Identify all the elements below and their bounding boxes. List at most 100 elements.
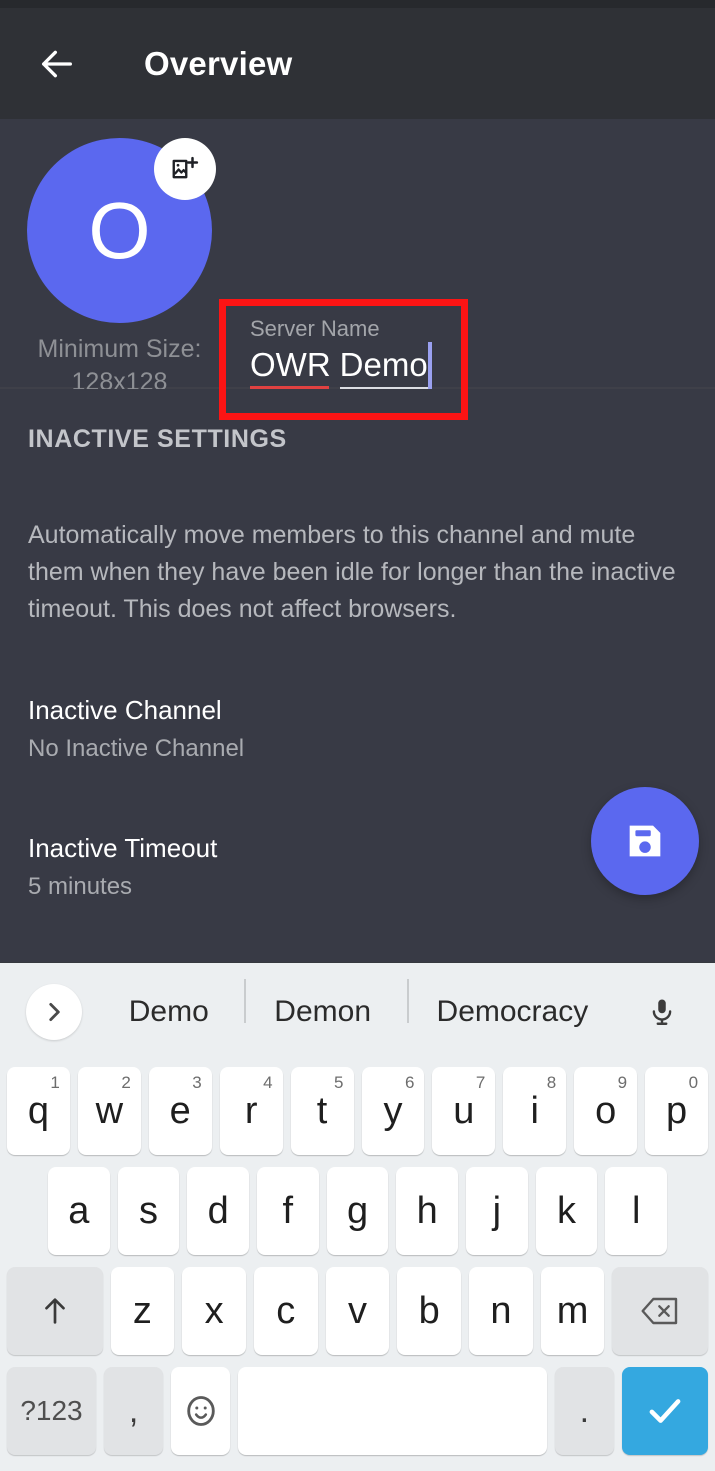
key-label: w xyxy=(95,1090,124,1132)
keyboard-row-2: a s d f g h j k l xyxy=(3,1161,712,1261)
change-avatar-button[interactable] xyxy=(154,138,216,200)
avatar-wrap: O xyxy=(27,138,216,323)
key-sup: 1 xyxy=(50,1073,60,1092)
key-sup: 0 xyxy=(688,1073,699,1092)
comma-key[interactable]: , xyxy=(103,1367,164,1455)
key-label: c xyxy=(276,1290,296,1332)
key-label: j xyxy=(492,1190,502,1232)
key-l[interactable]: l xyxy=(605,1167,668,1255)
backspace-key[interactable] xyxy=(612,1267,709,1355)
chevron-right-icon xyxy=(49,1003,60,1021)
key-sup: 4 xyxy=(263,1073,273,1092)
key-label: y xyxy=(383,1090,403,1132)
key-label: e xyxy=(169,1090,191,1132)
server-name-input[interactable]: OWR Demo xyxy=(250,342,455,390)
key-sup: 5 xyxy=(334,1073,344,1092)
key-f[interactable]: f xyxy=(257,1167,319,1255)
key-i[interactable]: 8 i xyxy=(503,1067,567,1155)
period-key[interactable]: . xyxy=(554,1367,615,1455)
key-label: k xyxy=(557,1190,577,1232)
status-bar xyxy=(0,0,715,8)
app-header: Overview xyxy=(0,8,715,119)
key-m[interactable]: m xyxy=(540,1267,605,1355)
suggestion-item[interactable]: Democracy xyxy=(406,979,597,1029)
key-h[interactable]: h xyxy=(396,1167,459,1255)
inactive-settings-section: INACTIVE SETTINGS Automatically move mem… xyxy=(0,389,715,962)
arrow-left-icon xyxy=(42,50,73,77)
setting-label: Inactive Channel xyxy=(28,695,222,725)
key-label: ?123 xyxy=(20,1395,83,1426)
key-g[interactable]: g xyxy=(326,1167,389,1255)
key-o[interactable]: 9 o xyxy=(574,1067,638,1155)
text-cursor xyxy=(427,342,432,389)
suggestion-bar: Demo Demon Democracy xyxy=(0,963,715,1061)
key-s[interactable]: s xyxy=(117,1167,180,1255)
section-description: Automatically move members to this chann… xyxy=(28,521,676,623)
key-label: p xyxy=(666,1090,688,1132)
key-u[interactable]: 7 u xyxy=(432,1067,496,1155)
back-button[interactable] xyxy=(30,37,84,91)
key-q[interactable]: 1 q xyxy=(6,1067,70,1155)
key-n[interactable]: n xyxy=(469,1267,533,1355)
key-v[interactable]: v xyxy=(325,1267,390,1355)
key-e[interactable]: 3 e xyxy=(148,1067,212,1155)
key-label: l xyxy=(631,1190,641,1232)
key-b[interactable]: b xyxy=(397,1267,462,1355)
key-label: r xyxy=(244,1090,258,1132)
key-label: u xyxy=(453,1090,475,1132)
key-label: h xyxy=(416,1190,438,1232)
key-label: o xyxy=(595,1090,617,1132)
key-y[interactable]: 6 y xyxy=(361,1067,425,1155)
symbols-key[interactable]: ?123 xyxy=(7,1367,96,1455)
page-title: Overview xyxy=(144,44,293,82)
key-j[interactable]: j xyxy=(466,1167,528,1255)
emoji-key[interactable] xyxy=(171,1367,231,1455)
key-label: , xyxy=(128,1391,139,1430)
key-r[interactable]: 4 r xyxy=(219,1067,283,1155)
key-label: t xyxy=(316,1090,328,1132)
server-name-label: Server Name xyxy=(250,316,380,341)
key-a[interactable]: a xyxy=(47,1167,110,1255)
suggestion-list: Demo Demon Democracy xyxy=(82,979,635,1029)
suggestion-item[interactable]: Demon xyxy=(244,979,379,1029)
server-name-field[interactable]: Server Name OWR Demo xyxy=(250,315,455,390)
setting-row-inactive-timeout[interactable]: Inactive Timeout 5 minutes xyxy=(28,831,687,903)
key-label: q xyxy=(27,1090,49,1132)
key-label: b xyxy=(418,1290,440,1332)
key-label: s xyxy=(138,1190,158,1232)
key-t[interactable]: 5 t xyxy=(290,1067,354,1155)
enter-key[interactable] xyxy=(622,1367,708,1455)
suggestion-item[interactable]: Demo xyxy=(121,995,217,1029)
keyboard-row-1: 1 q 2 w 3 e 4 r 5 t 6 y 7 u 8 i 9 o 0 p xyxy=(3,1061,712,1161)
key-k[interactable]: k xyxy=(535,1167,598,1255)
section-heading: INACTIVE SETTINGS xyxy=(28,425,287,453)
key-label: i xyxy=(530,1090,539,1132)
spacebar[interactable] xyxy=(238,1367,547,1455)
key-sup: 9 xyxy=(617,1073,628,1092)
server-name-token-misspelled: OWR xyxy=(250,346,331,390)
key-label: x xyxy=(204,1290,224,1332)
app-screen: Overview O Minimum Size: 128x128 Server … xyxy=(0,0,715,1471)
key-sup: 3 xyxy=(192,1073,202,1092)
key-sup: 6 xyxy=(404,1073,415,1092)
key-z[interactable]: z xyxy=(110,1267,175,1355)
save-button[interactable] xyxy=(591,787,699,895)
key-d[interactable]: d xyxy=(187,1167,249,1255)
key-p[interactable]: 0 p xyxy=(645,1067,709,1155)
key-label: f xyxy=(282,1190,294,1232)
server-identity-section: O Minimum Size: 128x128 Server Name OWR … xyxy=(0,119,715,420)
expand-suggestions-button[interactable] xyxy=(26,984,82,1040)
keyboard-row-3: z x c v b n m xyxy=(3,1261,712,1361)
key-c[interactable]: c xyxy=(253,1267,318,1355)
shift-key[interactable] xyxy=(7,1267,103,1355)
key-w[interactable]: 2 w xyxy=(77,1067,141,1155)
server-name-token-composing: Demo xyxy=(339,346,428,390)
key-label: n xyxy=(490,1290,512,1332)
add-image-icon xyxy=(172,156,199,179)
setting-row-inactive-channel[interactable]: Inactive Channel No Inactive Channel xyxy=(28,693,687,765)
microphone-icon xyxy=(652,999,672,1025)
key-x[interactable]: x xyxy=(182,1267,246,1355)
keyboard-row-4: ?123 , . xyxy=(3,1361,712,1461)
voice-input-button[interactable] xyxy=(635,985,689,1039)
key-label: . xyxy=(579,1391,590,1430)
